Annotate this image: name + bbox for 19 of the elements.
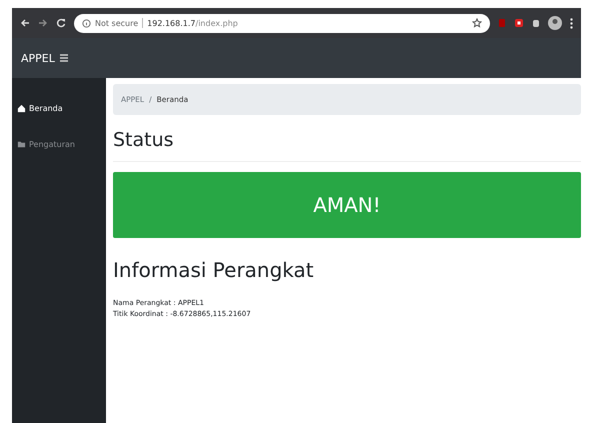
status-heading: Status [113,129,175,151]
status-banner: AMAN! [113,172,581,238]
menu-icon[interactable] [60,54,68,62]
reload-icon[interactable] [56,18,66,28]
forward-icon[interactable] [38,18,48,28]
section-heading: Informasi Perangkat [113,258,315,282]
menu-icon[interactable] [570,18,573,28]
avatar-icon[interactable] [548,16,562,30]
sidebar-item[interactable]: Pengaturan [12,126,106,162]
star-icon[interactable] [472,18,482,28]
home-icon [17,104,26,112]
url-text: 192.168.1.7/index.php [147,18,238,28]
back-icon[interactable] [20,18,30,28]
sidebar-item[interactable]: Beranda [12,90,106,126]
info-icon [82,18,91,28]
brand-title[interactable]: APPEL [21,52,55,64]
address-bar[interactable]: Not secure 192.168.1.7/index.php [74,14,490,32]
security-label: Not secure [95,18,138,28]
folder-icon [17,140,26,148]
